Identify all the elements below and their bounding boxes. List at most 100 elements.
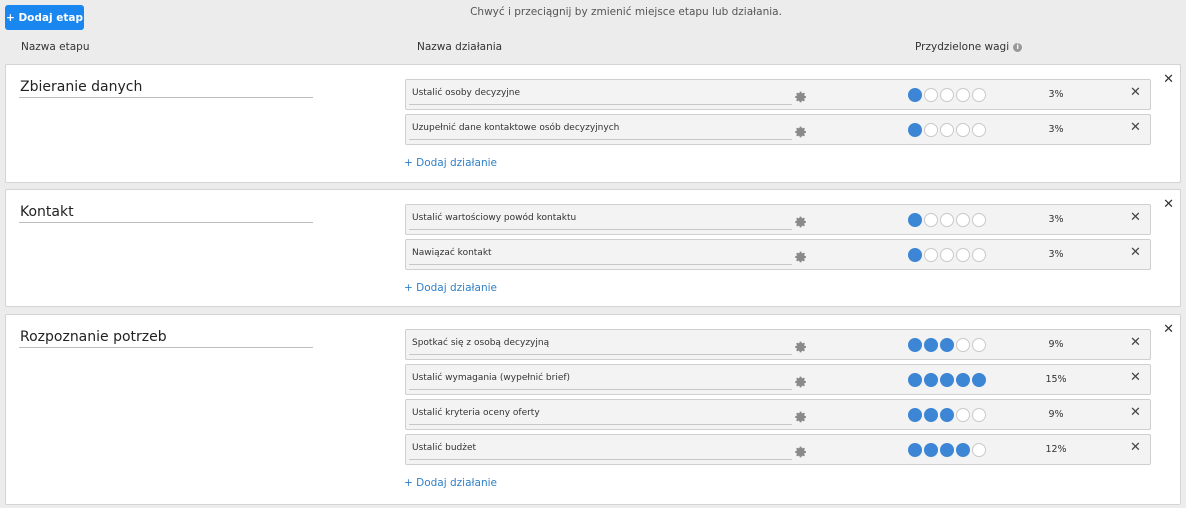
- weight-selector: [908, 373, 988, 387]
- weight-selector: [908, 443, 988, 457]
- weight-dot[interactable]: [924, 443, 938, 457]
- column-header-stage: Nazwa etapu: [21, 41, 90, 53]
- add-action-link[interactable]: + Dodaj działanie: [404, 282, 497, 294]
- weight-percent: 3%: [1048, 89, 1064, 100]
- action-remove-icon[interactable]: ✕: [1130, 406, 1141, 419]
- weight-dot[interactable]: [908, 408, 922, 422]
- weight-dot[interactable]: [956, 213, 970, 227]
- weight-dot[interactable]: [940, 248, 954, 262]
- weight-percent: 3%: [1048, 249, 1064, 260]
- weight-dot[interactable]: [972, 123, 986, 137]
- stage-name-input[interactable]: Kontakt: [19, 203, 313, 223]
- gear-icon[interactable]: [795, 248, 807, 263]
- stage-remove-icon[interactable]: ✕: [1163, 323, 1174, 336]
- weight-dot[interactable]: [940, 123, 954, 137]
- action-name-input[interactable]: Ustalić osoby decyzyjne: [409, 84, 792, 105]
- gear-icon[interactable]: [795, 123, 807, 138]
- action-row[interactable]: Spotkać się z osobą decyzyjną 9% ✕: [405, 329, 1151, 360]
- action-name-input[interactable]: Ustalić kryteria oceny oferty: [409, 404, 792, 425]
- action-remove-icon[interactable]: ✕: [1130, 336, 1141, 349]
- weight-dot[interactable]: [956, 248, 970, 262]
- gear-icon[interactable]: [795, 338, 807, 353]
- weight-dot[interactable]: [940, 213, 954, 227]
- action-remove-icon[interactable]: ✕: [1130, 441, 1141, 454]
- weight-dot[interactable]: [908, 443, 922, 457]
- gear-icon[interactable]: [795, 443, 807, 458]
- stage-remove-icon[interactable]: ✕: [1163, 73, 1174, 86]
- action-name-input[interactable]: Ustalić budżet: [409, 439, 792, 460]
- weight-dot[interactable]: [972, 88, 986, 102]
- drag-hint: Chwyć i przeciągnij by zmienić miejsce e…: [470, 6, 782, 18]
- weight-selector: [908, 88, 988, 102]
- weight-dot[interactable]: [972, 408, 986, 422]
- weight-percent: 12%: [1045, 444, 1067, 455]
- action-remove-icon[interactable]: ✕: [1130, 121, 1141, 134]
- weight-dot[interactable]: [940, 88, 954, 102]
- action-name-input[interactable]: Uzupełnić dane kontaktowe osób decyzyjny…: [409, 119, 792, 140]
- action-row[interactable]: Nawiązać kontakt 3% ✕: [405, 239, 1151, 270]
- weight-percent: 3%: [1048, 214, 1064, 225]
- action-remove-icon[interactable]: ✕: [1130, 211, 1141, 224]
- add-action-link[interactable]: + Dodaj działanie: [404, 157, 497, 169]
- action-row[interactable]: Ustalić wartościowy powód kontaktu 3% ✕: [405, 204, 1151, 235]
- stage-card[interactable]: Zbieranie danych ✕ Ustalić osoby decyzyjne…: [5, 64, 1181, 183]
- weight-dot[interactable]: [956, 88, 970, 102]
- column-header-action: Nazwa działania: [417, 41, 503, 53]
- weight-dot[interactable]: [924, 213, 938, 227]
- gear-icon[interactable]: [795, 88, 807, 103]
- weight-dot[interactable]: [924, 338, 938, 352]
- weight-selector: [908, 408, 988, 422]
- weight-dot[interactable]: [908, 248, 922, 262]
- stage-card[interactable]: Kontakt ✕ Ustalić wartościowy powód kontak…: [5, 189, 1181, 307]
- weight-dot[interactable]: [940, 373, 954, 387]
- weight-dot[interactable]: [972, 213, 986, 227]
- weight-percent: 3%: [1048, 124, 1064, 135]
- weight-dot[interactable]: [924, 373, 938, 387]
- weight-dot[interactable]: [956, 338, 970, 352]
- weight-dot[interactable]: [972, 248, 986, 262]
- stage-name-input[interactable]: Zbieranie danych: [19, 78, 313, 98]
- action-name-input[interactable]: Nawiązać kontakt: [409, 244, 792, 265]
- weight-dot[interactable]: [908, 373, 922, 387]
- action-row[interactable]: Ustalić wymagania (wypełnić brief) 15% ✕: [405, 364, 1151, 395]
- gear-icon[interactable]: [795, 213, 807, 228]
- weight-dot[interactable]: [940, 443, 954, 457]
- weight-dot[interactable]: [924, 248, 938, 262]
- action-remove-icon[interactable]: ✕: [1130, 86, 1141, 99]
- weight-dot[interactable]: [908, 123, 922, 137]
- weight-dot[interactable]: [956, 373, 970, 387]
- action-name-input[interactable]: Ustalić wartościowy powód kontaktu: [409, 209, 792, 230]
- weight-selector: [908, 213, 988, 227]
- weight-dot[interactable]: [908, 213, 922, 227]
- stage-name-input[interactable]: Rozpoznanie potrzeb: [19, 328, 313, 348]
- action-remove-icon[interactable]: ✕: [1130, 246, 1141, 259]
- action-remove-icon[interactable]: ✕: [1130, 371, 1141, 384]
- action-row[interactable]: Ustalić kryteria oceny oferty 9% ✕: [405, 399, 1151, 430]
- top-bar: + Dodaj etap Chwyć i przeciągnij by zmie…: [0, 0, 1186, 38]
- stage-card[interactable]: Rozpoznanie potrzeb ✕ Spotkać się z osobą …: [5, 314, 1181, 505]
- weight-dot[interactable]: [924, 88, 938, 102]
- weight-dot[interactable]: [924, 123, 938, 137]
- gear-icon[interactable]: [795, 373, 807, 388]
- weight-dot[interactable]: [924, 408, 938, 422]
- weight-dot[interactable]: [956, 408, 970, 422]
- weight-dot[interactable]: [940, 338, 954, 352]
- stage-remove-icon[interactable]: ✕: [1163, 198, 1174, 211]
- weight-dot[interactable]: [956, 123, 970, 137]
- action-name-input[interactable]: Spotkać się z osobą decyzyjną: [409, 334, 792, 355]
- info-icon[interactable]: i: [1013, 42, 1023, 52]
- weight-dot[interactable]: [940, 408, 954, 422]
- weight-percent: 15%: [1045, 374, 1067, 385]
- weight-dot[interactable]: [908, 88, 922, 102]
- action-row[interactable]: Uzupełnić dane kontaktowe osób decyzyjny…: [405, 114, 1151, 145]
- weight-dot[interactable]: [956, 443, 970, 457]
- add-action-link[interactable]: + Dodaj działanie: [404, 477, 497, 489]
- action-name-input[interactable]: Ustalić wymagania (wypełnić brief): [409, 369, 792, 390]
- weight-dot[interactable]: [908, 338, 922, 352]
- weight-dot[interactable]: [972, 443, 986, 457]
- weight-dot[interactable]: [972, 338, 986, 352]
- action-row[interactable]: Ustalić budżet 12% ✕: [405, 434, 1151, 465]
- gear-icon[interactable]: [795, 408, 807, 423]
- weight-dot[interactable]: [972, 373, 986, 387]
- action-row[interactable]: Ustalić osoby decyzyjne 3% ✕: [405, 79, 1151, 110]
